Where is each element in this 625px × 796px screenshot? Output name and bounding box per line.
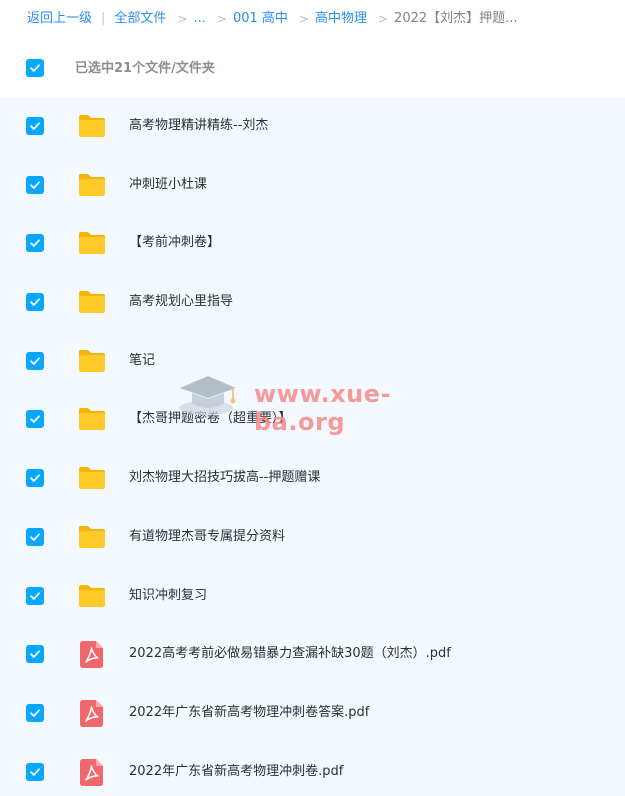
row-checkbox[interactable] bbox=[26, 527, 44, 546]
file-name[interactable]: 【杰哥押题密卷（超重要）】 bbox=[129, 409, 292, 429]
breadcrumb-separator: > bbox=[177, 12, 188, 26]
file-row[interactable]: 【考前冲刺卷】 bbox=[0, 214, 625, 273]
file-name[interactable]: 笔记 bbox=[129, 351, 155, 371]
row-checkbox[interactable] bbox=[26, 645, 44, 664]
select-all-row: 已选中21个文件/文件夹 bbox=[0, 41, 625, 97]
check-icon bbox=[30, 122, 40, 130]
file-list: 高考物理精讲精练--刘杰 冲刺班小杜课 【考前冲刺卷】 高考规划心里指导 笔记 … bbox=[0, 97, 625, 796]
back-link[interactable]: 返回上一级 bbox=[27, 9, 92, 29]
row-checkbox[interactable] bbox=[26, 703, 44, 722]
file-row[interactable]: 有道物理杰哥专属提分资料 bbox=[0, 508, 625, 567]
file-row[interactable]: 冲刺班小杜课 bbox=[0, 156, 625, 215]
row-checkbox[interactable] bbox=[26, 175, 44, 194]
file-name[interactable]: 高考规划心里指导 bbox=[129, 292, 233, 312]
breadcrumb-separator: > bbox=[377, 12, 389, 26]
check-icon bbox=[30, 298, 40, 306]
file-row[interactable]: 2022年广东省新高考物理冲刺卷.pdf bbox=[0, 743, 625, 796]
check-icon bbox=[30, 650, 40, 659]
check-icon bbox=[30, 239, 40, 248]
breadcrumb-divider: | bbox=[101, 11, 106, 26]
selection-count: 已选中21个文件/文件夹 bbox=[75, 61, 215, 76]
file-row[interactable]: 高考物理精讲精练--刘杰 bbox=[0, 97, 625, 156]
folder-icon bbox=[79, 349, 105, 372]
breadcrumb: 返回上一级 | 全部文件 > ... > 001 高中 > 高中物理 > 202… bbox=[27, 9, 518, 29]
breadcrumb-current: 2022【刘杰】押题... bbox=[394, 11, 518, 26]
file-name[interactable]: 2022年广东省新高考物理冲刺卷答案.pdf bbox=[129, 703, 369, 723]
breadcrumb-ellipsis[interactable]: ... bbox=[193, 9, 205, 29]
file-name[interactable]: 高考物理精讲精练--刘杰 bbox=[129, 116, 268, 136]
row-checkbox[interactable] bbox=[26, 293, 44, 312]
file-name[interactable]: 冲刺班小杜课 bbox=[129, 175, 207, 195]
row-checkbox[interactable] bbox=[26, 410, 44, 429]
row-checkbox[interactable] bbox=[26, 469, 44, 488]
file-row[interactable]: 2022高考考前必做易错暴力查漏补缺30题（刘杰）.pdf bbox=[0, 625, 625, 684]
folder-icon bbox=[79, 232, 105, 255]
breadcrumb-separator: > bbox=[298, 12, 309, 26]
check-icon bbox=[30, 415, 40, 424]
row-checkbox[interactable] bbox=[26, 117, 44, 135]
row-checkbox[interactable] bbox=[26, 586, 44, 605]
row-checkbox[interactable] bbox=[26, 762, 44, 781]
check-icon bbox=[30, 474, 40, 483]
check-icon bbox=[30, 533, 40, 541]
folder-icon bbox=[79, 525, 105, 548]
select-all-checkbox[interactable] bbox=[26, 59, 44, 77]
file-name[interactable]: 刘杰物理大招技巧拔高--押题赠课 bbox=[129, 468, 320, 488]
check-icon bbox=[30, 181, 40, 189]
folder-icon bbox=[79, 584, 105, 607]
check-icon bbox=[30, 357, 40, 365]
pdf-icon bbox=[80, 641, 103, 669]
file-row[interactable]: 高考规划心里指导 bbox=[0, 273, 625, 332]
check-icon bbox=[30, 767, 40, 776]
folder-icon bbox=[79, 115, 105, 137]
check-icon bbox=[30, 709, 40, 717]
file-row[interactable]: 笔记 bbox=[0, 332, 625, 391]
folder-icon bbox=[79, 291, 105, 314]
file-name[interactable]: 【考前冲刺卷】 bbox=[129, 233, 220, 253]
breadcrumb-level2[interactable]: 高中物理 bbox=[315, 9, 367, 29]
file-name[interactable]: 2022年广东省新高考物理冲刺卷.pdf bbox=[129, 762, 343, 782]
check-icon bbox=[30, 64, 40, 72]
row-checkbox[interactable] bbox=[26, 351, 44, 370]
file-browser: 返回上一级 | 全部文件 > ... > 001 高中 > 高中物理 > 202… bbox=[0, 0, 625, 796]
breadcrumb-all-files[interactable]: 全部文件 bbox=[114, 9, 166, 29]
check-icon bbox=[30, 591, 40, 600]
file-name[interactable]: 知识冲刺复习 bbox=[129, 586, 207, 606]
breadcrumb-separator: > bbox=[216, 12, 227, 26]
file-name[interactable]: 2022高考考前必做易错暴力查漏补缺30题（刘杰）.pdf bbox=[129, 644, 451, 664]
file-name[interactable]: 有道物理杰哥专属提分资料 bbox=[129, 527, 285, 547]
pdf-icon bbox=[80, 699, 103, 727]
file-row[interactable]: 【杰哥押题密卷（超重要）】 bbox=[0, 390, 625, 449]
breadcrumb-level1[interactable]: 001 高中 bbox=[233, 9, 288, 29]
folder-icon bbox=[79, 408, 105, 431]
file-row[interactable]: 刘杰物理大招技巧拔高--押题赠课 bbox=[0, 449, 625, 508]
file-row[interactable]: 2022年广东省新高考物理冲刺卷答案.pdf bbox=[0, 684, 625, 743]
pdf-icon bbox=[80, 758, 103, 786]
row-checkbox[interactable] bbox=[26, 234, 44, 253]
folder-icon bbox=[79, 173, 105, 196]
file-row[interactable]: 知识冲刺复习 bbox=[0, 567, 625, 626]
folder-icon bbox=[79, 467, 105, 490]
